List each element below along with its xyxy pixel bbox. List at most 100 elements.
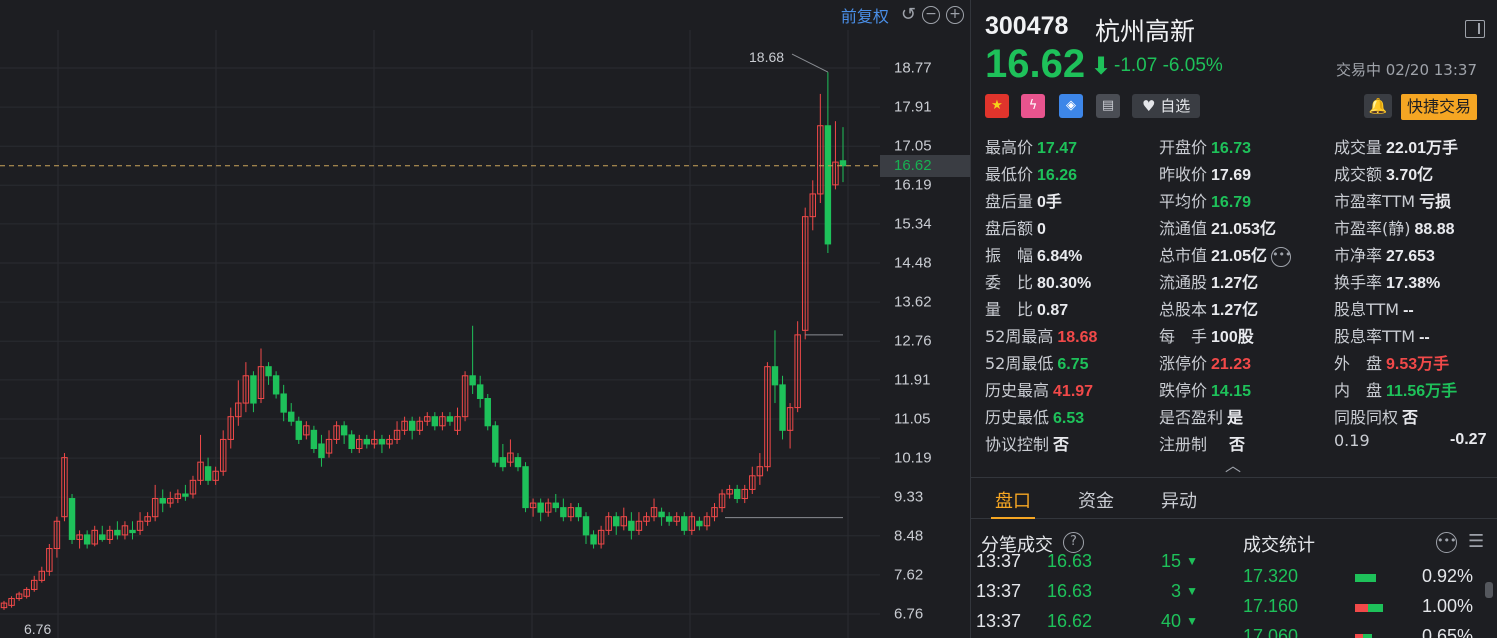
candle-body: [318, 443, 325, 459]
tab-anomaly[interactable]: 异动: [1161, 487, 1197, 513]
stat-value: 100股: [1211, 329, 1254, 346]
stat-label: 成交额: [1334, 165, 1383, 184]
chevron-up-icon[interactable]: ︿: [1225, 452, 1241, 476]
stat-value: 1.27亿: [1211, 302, 1259, 319]
trading-status: 交易中 02/20 13:37: [1336, 61, 1477, 79]
stat-item: 每 手 100股: [1159, 323, 1254, 347]
tick-time: 13:37: [976, 581, 1022, 601]
add-watchlist-button[interactable]: ♥ 自选: [1132, 94, 1201, 118]
candle-body: [681, 516, 688, 531]
stat-label: 盘后额: [985, 219, 1034, 238]
tag-icon[interactable]: ◈: [1059, 94, 1083, 118]
list-icon[interactable]: ☰: [1468, 531, 1484, 552]
more-icon[interactable]: •••: [1271, 246, 1292, 267]
price-tick-label: 6.76: [894, 605, 924, 623]
stat-row: 振 幅 6.84% 总市值 21.05亿 ••• 市净率 27.653: [985, 242, 1490, 268]
price-tick-label: 12.76: [894, 332, 932, 350]
candle-body: [590, 534, 597, 545]
price-tick-label: 7.62: [894, 566, 924, 584]
stat-label: 外 盘: [1334, 354, 1383, 373]
stat-item: 外 盘 9.53万手: [1334, 350, 1449, 374]
stat-label: 市净率: [1334, 246, 1383, 265]
stat-item: 市净率 27.653: [1334, 242, 1435, 266]
tab-orderbook[interactable]: 盘口: [995, 487, 1031, 513]
tick-row: 13:37 16.62 40 ▼: [971, 611, 1231, 638]
tick-list[interactable]: 13:37 16.63 15 ▼ 13:37 16.63 3 ▼ 13:37 16.62 40 ▼: [971, 554, 1231, 638]
stat-item: 总市值 21.05亿 •••: [1159, 242, 1292, 267]
stat-item: 流通值 21.053亿: [1159, 215, 1276, 239]
candle-body: [575, 507, 582, 518]
distribution-row: 17.320 0.92%: [1233, 566, 1483, 596]
candle-body: [552, 502, 559, 509]
stat-value: 0手: [1037, 194, 1062, 211]
stat-label: 成交量: [1334, 138, 1383, 157]
price-tick-label: 13.62: [894, 293, 932, 311]
last-price: 16.62: [985, 42, 1086, 86]
stat-label: 是否盈利: [1159, 408, 1224, 427]
distribution-bar: [1355, 574, 1383, 582]
quote-panel: 300478 杭州高新 16.62 ⬇ -1.07 -6.05% 交易中 02/…: [970, 0, 1497, 638]
stat-item: 股息TTM --: [1334, 296, 1414, 320]
stat-label: 0.19: [1334, 431, 1370, 450]
stat-value: 41.97: [1053, 383, 1094, 400]
stat-item: 成交额 3.70亿: [1334, 161, 1433, 185]
stat-item: 同股同权否: [1334, 404, 1418, 428]
stat-item: 最高价 17.47: [985, 134, 1077, 158]
candle-body: [204, 466, 212, 481]
stat-label: 昨收价: [1159, 165, 1208, 184]
flash-icon[interactable]: ϟ: [1021, 94, 1045, 118]
stat-value: 17.38%: [1386, 275, 1441, 292]
help-icon[interactable]: ?: [1063, 532, 1084, 553]
candle-body: [446, 416, 454, 422]
alert-bell-icon[interactable]: 🔔: [1364, 94, 1392, 118]
distribution-list[interactable]: 17.320 0.92% 17.160 1.00% 17.060 0.65%: [1233, 562, 1483, 638]
candle-body: [514, 457, 522, 468]
candle-body: [182, 493, 189, 497]
stat-label: 最低价: [985, 165, 1034, 184]
stat-label: 协议控制: [985, 435, 1050, 454]
candle-body: [476, 384, 484, 400]
stat-value: 否: [1053, 437, 1070, 454]
distribution-row: 17.060 0.65%: [1233, 626, 1483, 638]
candle-body: [378, 438, 386, 445]
stat-value: 16.26: [1037, 167, 1078, 184]
kline-chart-panel[interactable]: 18.68 6.76 前复权 ↺ − + 18.77 17.91 17.05 16.19…: [0, 0, 970, 638]
stat-item: 总股本 1.27亿: [1159, 296, 1258, 320]
price-tick-label: 17.05: [894, 137, 932, 155]
quick-trade-button[interactable]: 快捷交易: [1401, 94, 1478, 120]
candle-body: [114, 529, 121, 536]
candle-body: [779, 384, 786, 431]
stat-label: 52周最高: [985, 327, 1054, 346]
candle-body: [68, 498, 76, 540]
distribution-price: 17.320: [1243, 566, 1299, 586]
scrollbar[interactable]: [1485, 582, 1493, 598]
stat-item: 协议控制否: [985, 431, 1069, 455]
stock-code: 300478: [985, 12, 1069, 40]
stat-item: 历史最高 41.97: [985, 377, 1093, 401]
stat-label: 总股本: [1159, 300, 1208, 319]
more-icon[interactable]: •••: [1436, 532, 1457, 553]
candle-body: [613, 516, 620, 527]
stat-item: 盘后量 0手: [985, 188, 1062, 212]
candle-body: [771, 366, 779, 386]
price-tick-label: 15.34: [894, 215, 932, 233]
active-tab-indicator: [991, 517, 1035, 519]
document-icon[interactable]: ▤: [1096, 94, 1120, 118]
candle-body: [560, 507, 567, 518]
tick-price: 16.62: [1047, 611, 1093, 631]
stat-item: 最低价 16.26: [985, 161, 1077, 185]
sell-share-bar: [1363, 634, 1372, 638]
kline-chart[interactable]: 18.68 6.76: [0, 0, 970, 638]
tick-price: 16.63: [1047, 554, 1093, 571]
china-flag-icon[interactable]: ★: [985, 94, 1009, 118]
tick-volume: 40: [1160, 611, 1181, 631]
stat-value: 21.053亿: [1211, 221, 1276, 238]
candle-body: [280, 393, 287, 413]
collapse-panel-icon[interactable]: [1465, 20, 1485, 38]
stat-value: 88.88: [1414, 221, 1455, 238]
stat-item: 平均价 16.79: [1159, 188, 1251, 212]
stat-row: 盘后额 0 流通值 21.053亿 市盈率(静) 88.88: [985, 215, 1490, 241]
tab-capital[interactable]: 资金: [1078, 487, 1114, 513]
stat-label: 涨停价: [1159, 354, 1208, 373]
stat-label: 市盈率TTM: [1334, 192, 1416, 211]
